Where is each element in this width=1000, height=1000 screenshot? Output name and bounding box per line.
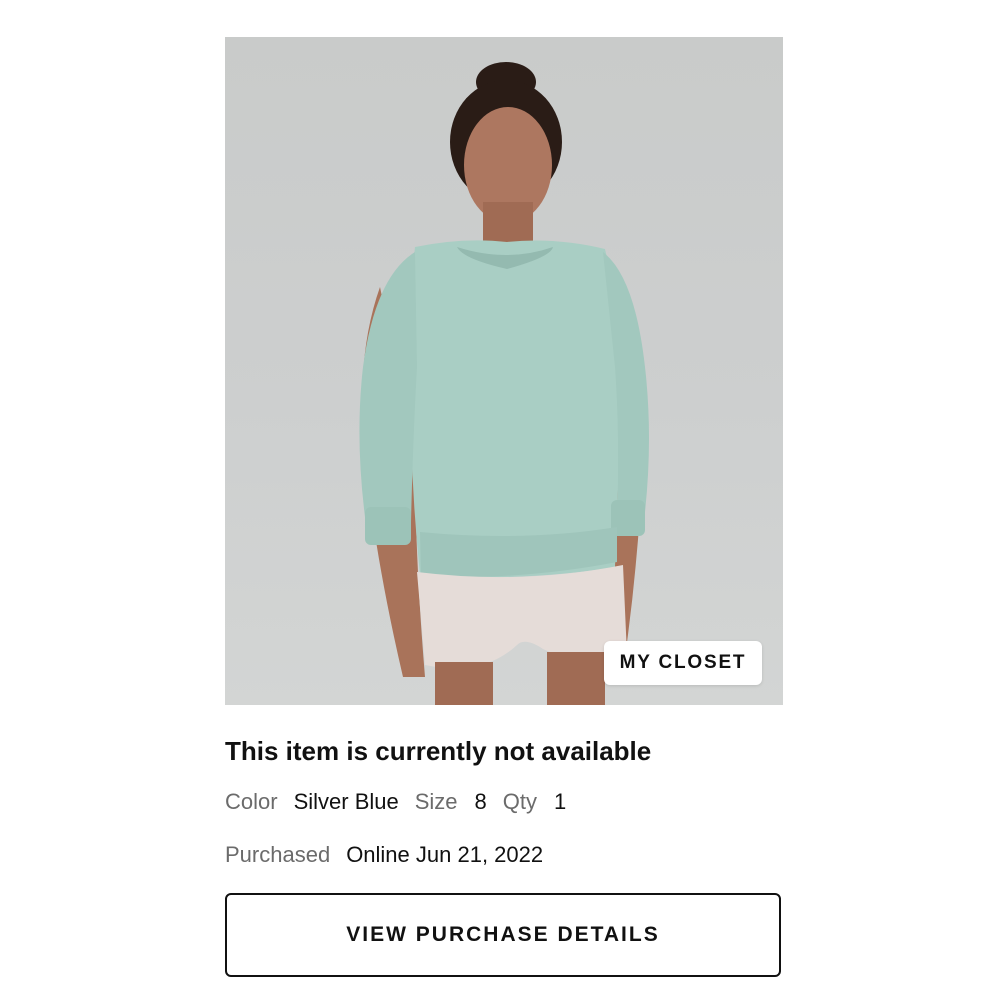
purchase-info-row: Purchased Online Jun 21, 2022 [225,842,543,868]
availability-status: This item is currently not available [225,736,652,766]
product-photo-illustration [359,62,649,705]
qty-label: Qty [502,789,538,814]
purchased-value: Online Jun 21, 2022 [346,842,544,867]
my-closet-badge[interactable]: MY CLOSET [604,641,762,685]
purchased-label: Purchased [225,842,331,867]
purchase-item-screen: MY CLOSET This item is currently not ava… [0,0,1000,1000]
size-value: 8 [474,789,487,814]
color-label: Color [225,789,278,814]
color-value: Silver Blue [293,789,399,814]
product-image[interactable]: MY CLOSET [225,37,783,705]
qty-value: 1 [554,789,567,814]
item-attributes-row: Color Silver Blue Size 8 Qty 1 [225,789,566,815]
view-purchase-details-button[interactable]: VIEW PURCHASE DETAILS [225,893,781,977]
size-label: Size [414,789,458,814]
